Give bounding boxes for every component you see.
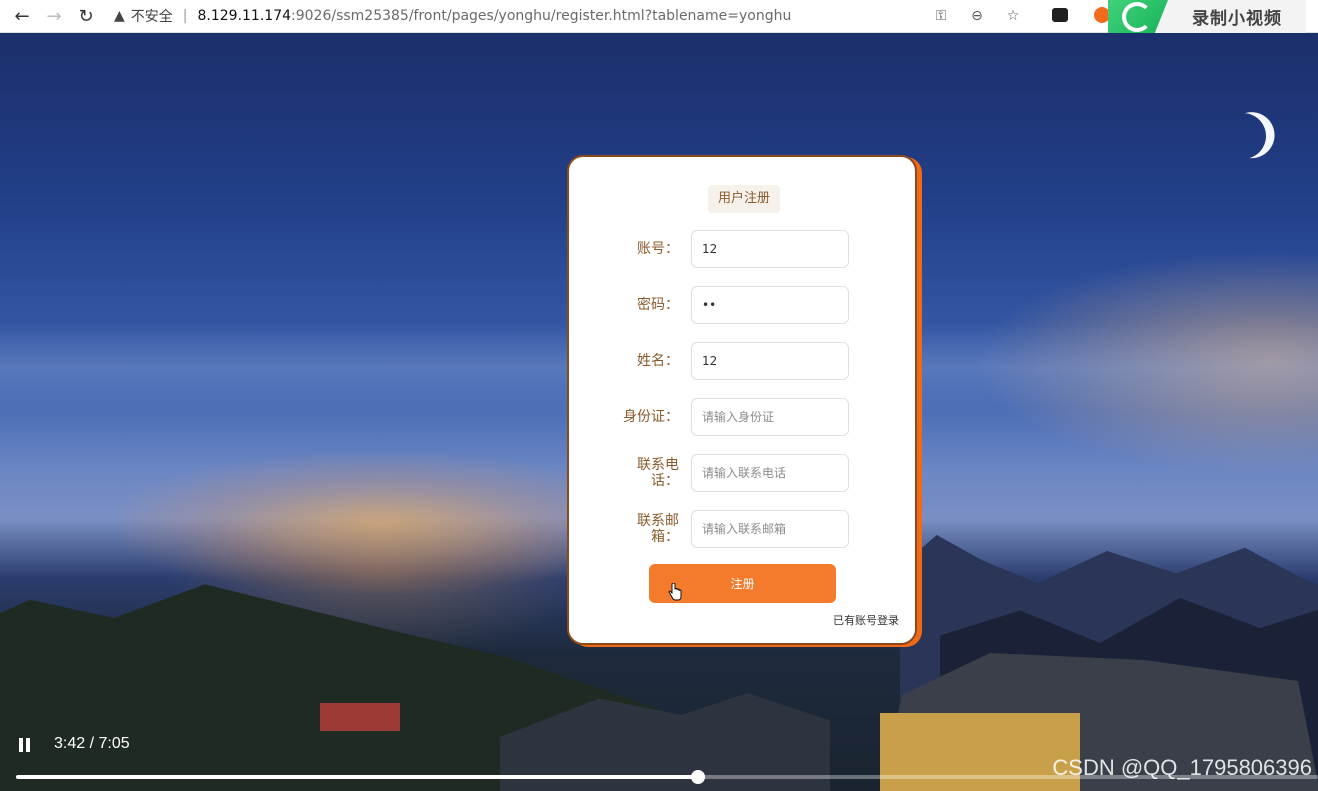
browser-toolbar: ← → ↻ ▲ 不安全 | 8.129.11.174:9026/ssm25385…: [0, 0, 1318, 33]
id-card-label: 身份证：: [623, 409, 679, 425]
recorder-label: 录制小视频: [1192, 9, 1282, 29]
address-bar[interactable]: ▲ 不安全 | 8.129.11.174:9026/ssm25385/front…: [114, 2, 874, 30]
form-title: 用户注册: [708, 185, 780, 213]
watermark: CSDN @QQ_1795806396: [1052, 755, 1312, 780]
warning-icon: ▲: [114, 8, 125, 24]
progress-thumb[interactable]: [691, 770, 706, 784]
account-label: 账号：: [637, 241, 679, 257]
url-separator: |: [182, 8, 188, 24]
password-label: 密码：: [637, 297, 679, 313]
form-row-password: 密码：: [569, 285, 919, 325]
address-tools: ⚿ ⊖ ☆: [928, 3, 1026, 29]
video-controls: 3:42 / 7:05 CSDN @QQ_1795806396: [0, 728, 1318, 791]
form-row-name: 姓名：: [569, 341, 919, 381]
zoom-out-icon[interactable]: ⊖: [964, 3, 990, 29]
city-lights: [120, 453, 640, 593]
email-label: 联系邮箱：: [637, 513, 679, 545]
forward-icon[interactable]: →: [38, 2, 70, 30]
hand-cursor-icon: [668, 583, 682, 601]
form-row-phone: 联系电话：: [569, 453, 919, 493]
url-path: :9026/ssm25385/front/pages/yonghu/regist…: [291, 8, 792, 24]
extension-icon[interactable]: [1050, 5, 1070, 25]
phone-input[interactable]: [691, 454, 849, 492]
login-link[interactable]: 已有账号登录: [833, 612, 899, 628]
id-card-input[interactable]: [691, 398, 849, 436]
progress-fill: [16, 775, 699, 779]
name-input[interactable]: [691, 342, 849, 380]
moon: [1212, 105, 1275, 168]
recorder-widget[interactable]: 录制小视频: [1108, 0, 1306, 33]
name-label: 姓名：: [637, 353, 679, 369]
form-row-email: 联系邮箱：: [569, 509, 919, 549]
account-input[interactable]: [691, 230, 849, 268]
register-card: 用户注册 账号： 密码： 姓名： 身份证： 联系电话： 联系邮箱： 注册 已有账…: [567, 155, 917, 645]
form-row-id-card: 身份证：: [569, 397, 919, 437]
security-label: 不安全: [130, 9, 173, 25]
pause-icon[interactable]: [18, 738, 32, 752]
temple-building: [320, 703, 400, 731]
password-input[interactable]: [691, 286, 849, 324]
back-icon[interactable]: ←: [6, 2, 38, 30]
phone-label: 联系电话：: [637, 457, 679, 489]
form-row-account: 账号：: [569, 229, 919, 269]
refresh-icon[interactable]: ↻: [70, 2, 102, 30]
recorder-logo-icon: [1108, 0, 1168, 33]
favorite-icon[interactable]: ☆: [1000, 3, 1026, 29]
email-input[interactable]: [691, 510, 849, 548]
time-readout: 3:42 / 7:05: [54, 735, 130, 752]
key-icon[interactable]: ⚿: [928, 3, 954, 29]
url-host: 8.129.11.174: [197, 8, 292, 24]
